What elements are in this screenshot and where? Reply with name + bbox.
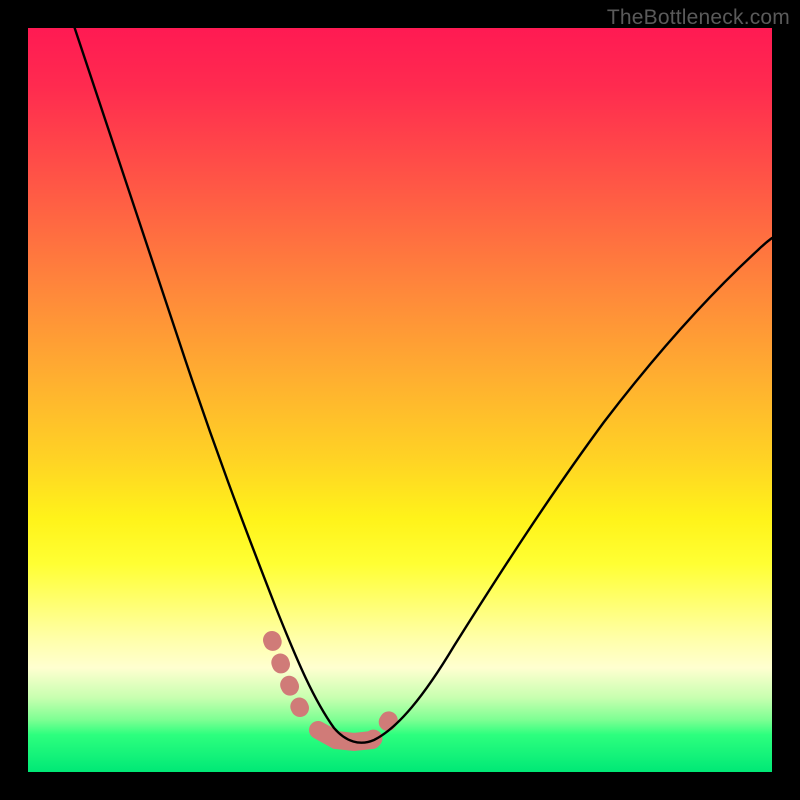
accent-dots-left [272, 640, 300, 708]
plot-area [28, 28, 772, 772]
curve-svg [28, 28, 772, 772]
watermark-text: TheBottleneck.com [607, 6, 790, 30]
bottleneck-curve-line [72, 28, 772, 743]
chart-frame: TheBottleneck.com [0, 0, 800, 800]
